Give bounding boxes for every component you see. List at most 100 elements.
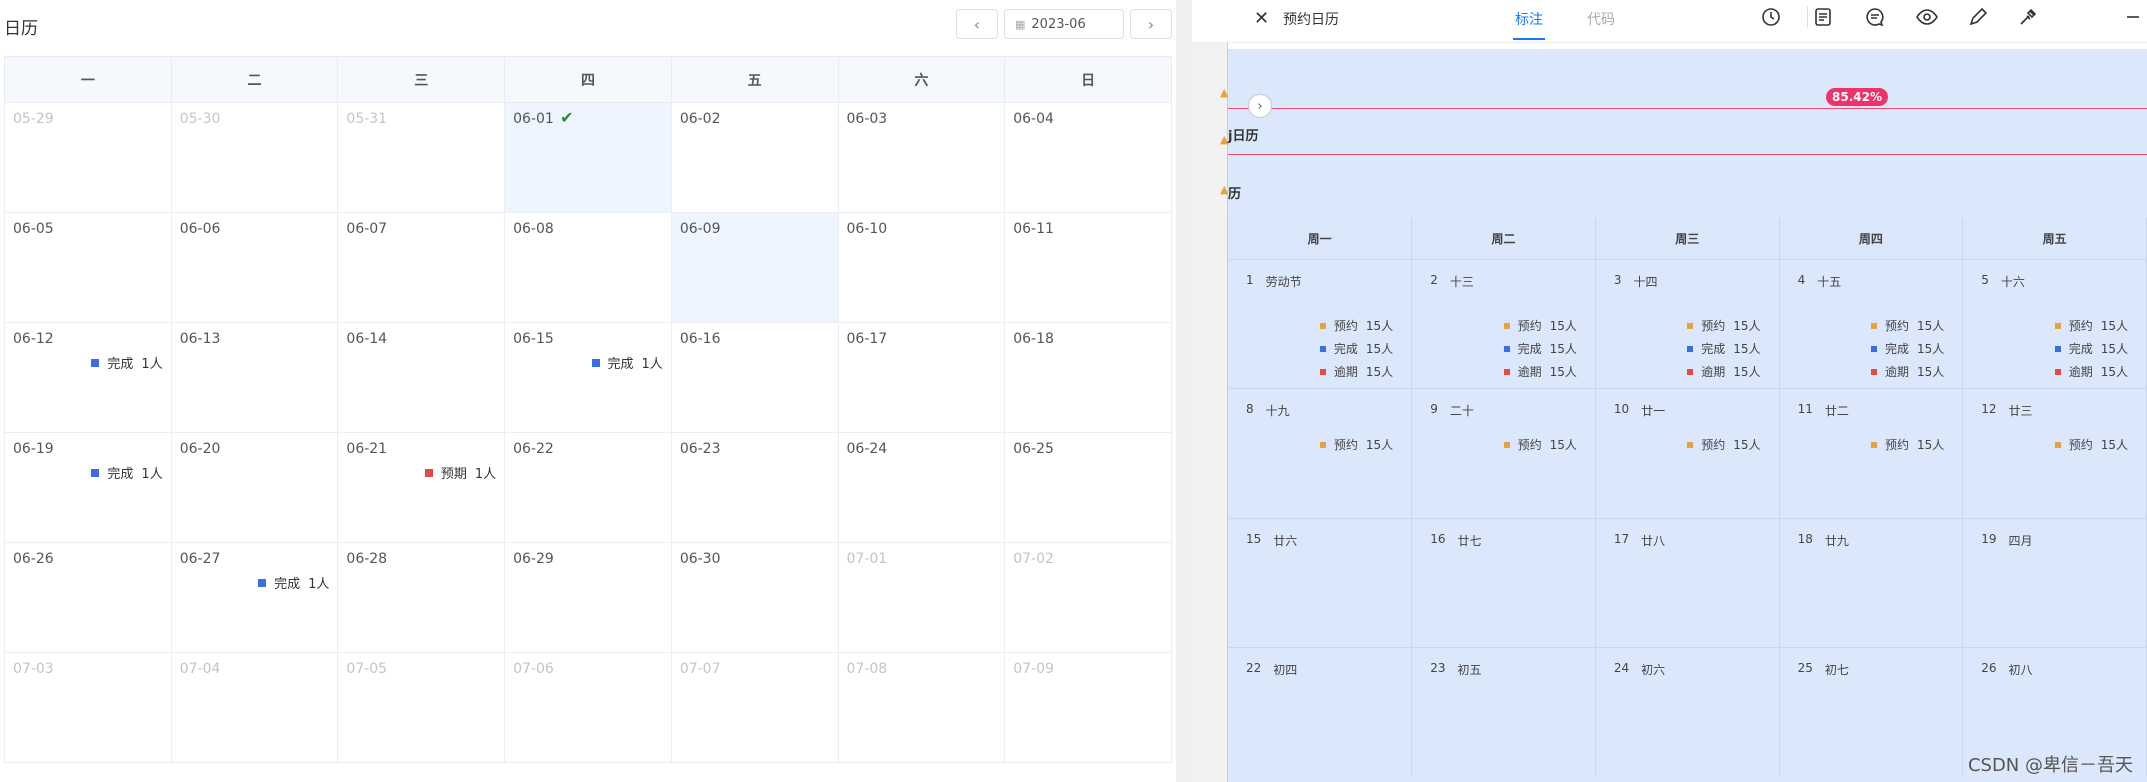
month-picker[interactable]: ▦ 2023-06 (1004, 9, 1124, 39)
day-date: 06-08 (513, 221, 554, 237)
day-events: 预约 15人 完成 15人 逾期 15人 (1503, 314, 1577, 383)
event-color-marker (2054, 322, 2061, 329)
tab-code[interactable]: 代码 (1587, 9, 1615, 29)
calendar-day-cell[interactable]: 06-24 (837, 432, 1006, 543)
calendar-day-cell[interactable]: 06-09 (670, 212, 839, 323)
lunar-date: 十四 (1633, 275, 1658, 289)
toolbar-separator (1807, 6, 1808, 28)
calendar-day-cell[interactable]: 06-04 (1004, 102, 1172, 213)
calendar-day-cell[interactable]: 06-27 完成 1人 (170, 542, 339, 653)
clock-icon[interactable] (1760, 6, 1782, 28)
calendar-day-cell[interactable]: 06-30 (670, 542, 839, 653)
minus-icon[interactable] (2122, 6, 2144, 28)
calendar-grid: 一二三四五六日 05-29 05-30 05-31 06-01 ✔ 06-02 06-03 0… (4, 56, 1172, 763)
day-header: 4 十五 (1798, 273, 1842, 290)
calendar-day-cell[interactable]: 05-30 (170, 102, 339, 213)
event-line: 预约 15人 (1870, 433, 1944, 456)
day-date: 07-07 (679, 661, 721, 677)
day-events: 预约 15人 完成 15人 逾期 15人 (2054, 314, 2128, 383)
calendar-day-cell[interactable]: 07-07 (670, 652, 839, 763)
calendar-day-cell[interactable]: 06-02 (670, 102, 839, 213)
calendar-day-cell[interactable]: 06-05 (4, 212, 172, 323)
eye-icon[interactable] (1916, 6, 1938, 28)
day-date: 06-20 (179, 441, 221, 457)
event-count: 15人 (1733, 319, 1761, 333)
day-date: 05-30 (179, 111, 221, 127)
document-icon[interactable] (1812, 6, 1834, 28)
calendar-day-cell[interactable]: 07-02 (1004, 542, 1172, 653)
calendar-day-cell[interactable]: 06-18 (1004, 322, 1172, 433)
calendar-day-cell[interactable]: 06-17 (837, 322, 1006, 433)
day-date: 06-27 (179, 551, 221, 567)
next-month-button[interactable]: › (1130, 9, 1172, 39)
calendar-day-cell[interactable]: 06-23 (670, 432, 839, 543)
calendar-day-cell[interactable]: 06-25 (1004, 432, 1172, 543)
calendar-week-row: 1 劳动节 预约 15人 完成 15人 逾期 15人 2 十三 预约 15人 完成 15人 逾期 15人 3 十四… (1228, 259, 2147, 389)
weekday-header: 六 (837, 56, 1006, 103)
calendar-day-cell[interactable]: 06-28 (337, 542, 506, 653)
calendar-day-cell: 4 十五 预约 15人 完成 15人 逾期 15人 (1779, 259, 1964, 389)
event-line: 预约 15人 (2054, 314, 2128, 337)
annotated-calendar: 周一 周二 周三 周四 周五 1 劳动节 预约 15人 完成 15人 逾期 15人 2 十三 预约 15人 完成… (1228, 218, 2147, 776)
event-line: 逾期 15人 (1503, 360, 1577, 383)
eyedropper-icon[interactable] (2017, 6, 2039, 28)
calendar-day-cell[interactable]: 06-10 (837, 212, 1006, 323)
calendar-day-cell[interactable]: 06-06 (170, 212, 339, 323)
calendar-day-cell[interactable]: 06-16 (670, 322, 839, 433)
day-date: 06-09 (679, 221, 721, 237)
calendar-day-cell[interactable]: 07-06 (504, 652, 672, 763)
calendar-day-cell[interactable]: 06-15 完成 1人 (504, 322, 672, 433)
day-date: 06-23 (679, 441, 721, 457)
calendar-day-cell[interactable]: 06-22 (504, 432, 672, 543)
day-date: 06-15 (513, 331, 554, 347)
day-events: 预约 15人 完成 15人 逾期 15人 (1319, 314, 1393, 383)
calendar-day-cell[interactable]: 07-01 (837, 542, 1006, 653)
day-header: 26 初八 (1981, 661, 2032, 678)
event-label: 逾期 (1517, 365, 1542, 379)
calendar-day-cell[interactable]: 06-07 (337, 212, 506, 323)
expand-button[interactable]: › (1248, 94, 1272, 118)
calendar-day-cell[interactable]: 06-29 (504, 542, 672, 653)
event-label: 预约 (1517, 319, 1542, 333)
event-line: 预约 15人 (1319, 433, 1393, 456)
calendar-day-cell[interactable]: 05-29 (4, 102, 172, 213)
weekday-header: 周二 (1411, 218, 1596, 260)
calendar-day-cell[interactable]: 07-08 (837, 652, 1006, 763)
calendar-day-cell[interactable]: 06-20 (170, 432, 339, 543)
calendar-day-cell[interactable]: 06-01 ✔ (504, 102, 672, 213)
calendar-day-cell[interactable]: 05-31 (337, 102, 506, 213)
day-events: 预约 15人 (2054, 433, 2128, 456)
comment-icon[interactable] (1864, 6, 1886, 28)
calendar-day-cell[interactable]: 07-05 (337, 652, 506, 763)
calendar-day-cell[interactable]: 06-14 (337, 322, 506, 433)
calendar-day-cell: 8 十九 预约 15人 (1228, 388, 1413, 519)
calendar-day-cell[interactable]: 07-04 (170, 652, 339, 763)
tab-annotation[interactable]: 标注 (1513, 9, 1545, 40)
prev-month-button[interactable]: ‹ (956, 9, 998, 39)
calendar-day-cell[interactable]: 06-11 (1004, 212, 1172, 323)
calendar-day-cell[interactable]: 07-09 (1004, 652, 1172, 763)
lunar-date: 十九 (1265, 404, 1290, 418)
event-line: 预约 15人 (1319, 314, 1393, 337)
calendar-day-cell[interactable]: 06-19 完成 1人 (4, 432, 172, 543)
event-count: 1人 (474, 467, 497, 482)
calendar-day-cell[interactable]: 06-12 完成 1人 (4, 322, 172, 433)
day-date: 06-26 (13, 551, 54, 567)
calendar-day-cell[interactable]: 06-03 (837, 102, 1006, 213)
calendar-day-cell[interactable]: 06-21 预期 1人 (337, 432, 506, 543)
calendar-week-row: 07-03 07-04 07-05 07-06 07-07 07-08 07-09 (4, 652, 1172, 763)
day-date: 06-29 (513, 551, 554, 567)
weekday-header: 周三 (1595, 218, 1780, 260)
day-date: 07-01 (846, 551, 888, 567)
weekday-header: 四 (504, 56, 672, 103)
close-icon[interactable]: ✕ (1254, 8, 1269, 29)
event-color-marker (1319, 322, 1326, 329)
event-color-marker (1870, 345, 1877, 352)
calendar-day-cell[interactable]: 06-26 (4, 542, 172, 653)
calendar-week-row: 06-26 06-27 完成 1人 06-28 06-29 06-30 07-01 07-02 (4, 542, 1172, 653)
pen-icon[interactable] (1967, 6, 1989, 28)
calendar-day-cell[interactable]: 07-03 (4, 652, 172, 763)
calendar-day-cell[interactable]: 06-08 (504, 212, 672, 323)
calendar-day-cell[interactable]: 06-13 (170, 322, 339, 433)
calendar-week-row: 05-29 05-30 05-31 06-01 ✔ 06-02 06-03 06-04 (4, 102, 1172, 213)
